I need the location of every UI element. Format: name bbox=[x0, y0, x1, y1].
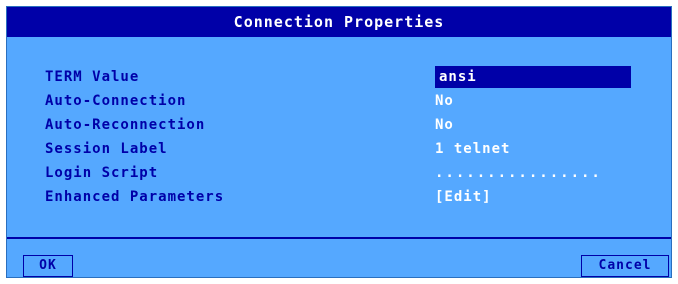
field-row-login-script[interactable]: Login Script ................ bbox=[7, 161, 671, 185]
dialog-title-bar: Connection Properties bbox=[7, 7, 671, 37]
term-value-label: TERM Value bbox=[45, 69, 140, 85]
cancel-button[interactable]: Cancel bbox=[581, 255, 669, 277]
auto-reconnection-value[interactable]: No bbox=[435, 113, 454, 137]
field-row-auto-connection[interactable]: Auto-Connection No bbox=[7, 89, 671, 113]
connection-properties-dialog: Connection Properties TERM Value ansi Au… bbox=[6, 6, 672, 278]
field-row-auto-reconnection[interactable]: Auto-Reconnection No bbox=[7, 113, 671, 137]
field-row-session-label[interactable]: Session Label 1 telnet bbox=[7, 137, 671, 161]
ok-button[interactable]: OK bbox=[23, 255, 73, 277]
session-label-label: Session Label bbox=[45, 141, 168, 157]
dialog-title: Connection Properties bbox=[233, 13, 445, 31]
auto-connection-value[interactable]: No bbox=[435, 89, 454, 113]
enhanced-parameters-edit-button[interactable]: [Edit] bbox=[435, 185, 492, 209]
field-row-enhanced-parameters[interactable]: Enhanced Parameters [Edit] bbox=[7, 185, 671, 209]
login-script-value[interactable]: ................ bbox=[435, 161, 602, 185]
login-script-label: Login Script bbox=[45, 165, 159, 181]
session-label-value[interactable]: 1 telnet bbox=[435, 137, 510, 161]
field-row-term-value[interactable]: TERM Value ansi bbox=[7, 65, 671, 89]
button-bar-divider bbox=[7, 237, 671, 239]
auto-connection-label: Auto-Connection bbox=[45, 93, 187, 109]
enhanced-parameters-label: Enhanced Parameters bbox=[45, 189, 225, 205]
term-value-field[interactable]: ansi bbox=[435, 66, 631, 88]
auto-reconnection-label: Auto-Reconnection bbox=[45, 117, 206, 133]
